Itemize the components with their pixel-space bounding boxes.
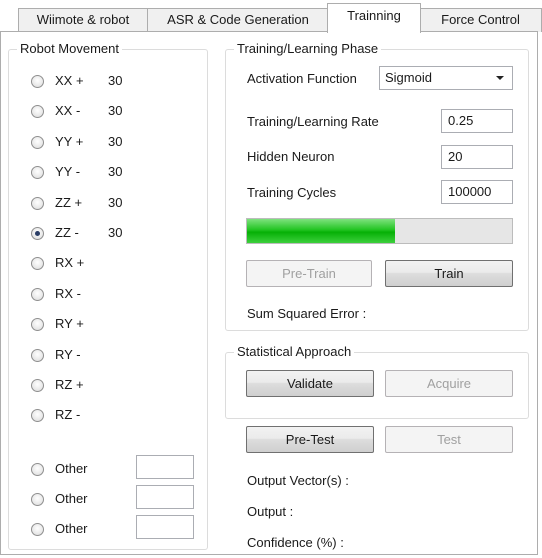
statistical-approach-title: Statistical Approach	[234, 344, 355, 360]
radio-row-zzplus[interactable]: ZZ + 30	[31, 194, 141, 212]
radio-label: RY +	[55, 316, 84, 331]
radio-row-rzplus[interactable]: RZ +	[31, 376, 141, 394]
radio-label: RY -	[55, 347, 81, 362]
radio-label: Other	[55, 461, 88, 476]
radio-label: YY +	[55, 134, 84, 149]
radio-button[interactable]	[31, 522, 44, 536]
activation-function-label: Activation Function	[247, 71, 357, 86]
radio-button[interactable]	[31, 226, 44, 240]
output-vectors-label: Output Vector(s) :	[247, 473, 349, 488]
tab-force-control[interactable]: Force Control	[419, 8, 542, 32]
movement-value: 30	[108, 195, 123, 210]
radio-button[interactable]	[31, 165, 44, 179]
training-cycles-input[interactable]: 100000	[441, 180, 513, 204]
radio-button[interactable]	[31, 378, 44, 392]
chevron-down-icon[interactable]	[496, 76, 504, 80]
pre-train-button[interactable]: Pre-Train	[246, 260, 372, 287]
train-button[interactable]: Train	[385, 260, 513, 287]
radio-label: ZZ +	[55, 195, 83, 210]
radio-label: YY -	[55, 164, 81, 179]
movement-value: 30	[108, 134, 123, 149]
tab-label: Trainning	[347, 8, 401, 23]
training-cycles-label: Training Cycles	[247, 185, 337, 200]
hidden-neuron-input[interactable]: 20	[441, 145, 513, 169]
training-phase-title: Training/Learning Phase	[234, 41, 382, 57]
radio-button[interactable]	[31, 348, 44, 362]
tab-strip: Wiimote & robot ASR & Code Generation Tr…	[0, 0, 542, 33]
radio-button[interactable]	[31, 492, 44, 506]
radio-button[interactable]	[31, 104, 44, 118]
tab-asr-code-generation[interactable]: ASR & Code Generation	[147, 8, 329, 32]
test-button[interactable]: Test	[385, 426, 513, 453]
hidden-neuron-label: Hidden Neuron	[247, 149, 335, 164]
radio-button[interactable]	[31, 317, 44, 331]
other-input-2[interactable]	[136, 485, 194, 509]
radio-row-zzminus[interactable]: ZZ - 30	[31, 224, 141, 242]
movement-value: 30	[108, 103, 123, 118]
tab-trainning[interactable]: Trainning	[327, 3, 421, 33]
output-label: Output :	[247, 504, 294, 519]
radio-row-rxplus[interactable]: RX +	[31, 254, 141, 272]
learning-rate-label: Training/Learning Rate	[247, 114, 379, 129]
pre-test-button[interactable]: Pre-Test	[246, 426, 374, 453]
radio-label: XX -	[55, 103, 81, 118]
tab-label: Wiimote & robot	[36, 12, 130, 27]
radio-label: RX -	[55, 286, 81, 301]
activation-function-select[interactable]: Sigmoid	[379, 66, 513, 90]
radio-row-ryplus[interactable]: RY +	[31, 315, 141, 333]
movement-value: 30	[108, 73, 123, 88]
other-radio-3[interactable]: Other	[31, 520, 91, 538]
other-input-3[interactable]	[136, 515, 194, 539]
radio-row-ryminus[interactable]: RY -	[31, 346, 141, 364]
radio-button[interactable]	[31, 74, 44, 88]
movement-value: 30	[108, 225, 123, 240]
radio-label: Other	[55, 491, 88, 506]
training-progress-bar	[246, 218, 513, 244]
radio-button[interactable]	[31, 196, 44, 210]
sum-squared-error-label: Sum Squared Error :	[247, 306, 367, 321]
learning-rate-input[interactable]: 0.25	[441, 109, 513, 133]
radio-button[interactable]	[31, 135, 44, 149]
activation-function-value: Sigmoid	[385, 70, 432, 85]
acquire-button[interactable]: Acquire	[385, 370, 513, 397]
other-radio-2[interactable]: Other	[31, 490, 91, 508]
radio-button[interactable]	[31, 462, 44, 476]
movement-value: 30	[108, 164, 123, 179]
radio-label: RZ -	[55, 407, 81, 422]
other-radio-1[interactable]: Other	[31, 460, 91, 478]
radio-row-rxminus[interactable]: RX -	[31, 285, 141, 303]
confidence-label: Confidence (%) :	[247, 535, 344, 550]
radio-label: RZ +	[55, 377, 84, 392]
tab-label: Force Control	[441, 12, 520, 27]
robot-movement-title: Robot Movement	[17, 41, 122, 57]
tab-wiimote-robot[interactable]: Wiimote & robot	[18, 8, 148, 32]
radio-label: RX +	[55, 255, 85, 270]
radio-row-rzminus[interactable]: RZ -	[31, 406, 141, 424]
radio-row-xxminus[interactable]: XX - 30	[31, 102, 141, 120]
radio-label: XX +	[55, 73, 84, 88]
radio-label: ZZ -	[55, 225, 79, 240]
other-input-1[interactable]	[136, 455, 194, 479]
tab-label: ASR & Code Generation	[167, 12, 309, 27]
radio-button[interactable]	[31, 287, 44, 301]
radio-row-xxplus[interactable]: XX + 30	[31, 72, 141, 90]
radio-row-yyplus[interactable]: YY + 30	[31, 133, 141, 151]
training-tab-page: Robot Movement XX +30 XX -30 YY +30 YY -30 Z…	[0, 31, 538, 555]
radio-button[interactable]	[31, 256, 44, 270]
validate-button[interactable]: Validate	[246, 370, 374, 397]
progress-fill	[247, 219, 396, 243]
radio-button[interactable]	[31, 408, 44, 422]
radio-label: Other	[55, 521, 88, 536]
radio-row-yyminus[interactable]: YY - 30	[31, 163, 141, 181]
